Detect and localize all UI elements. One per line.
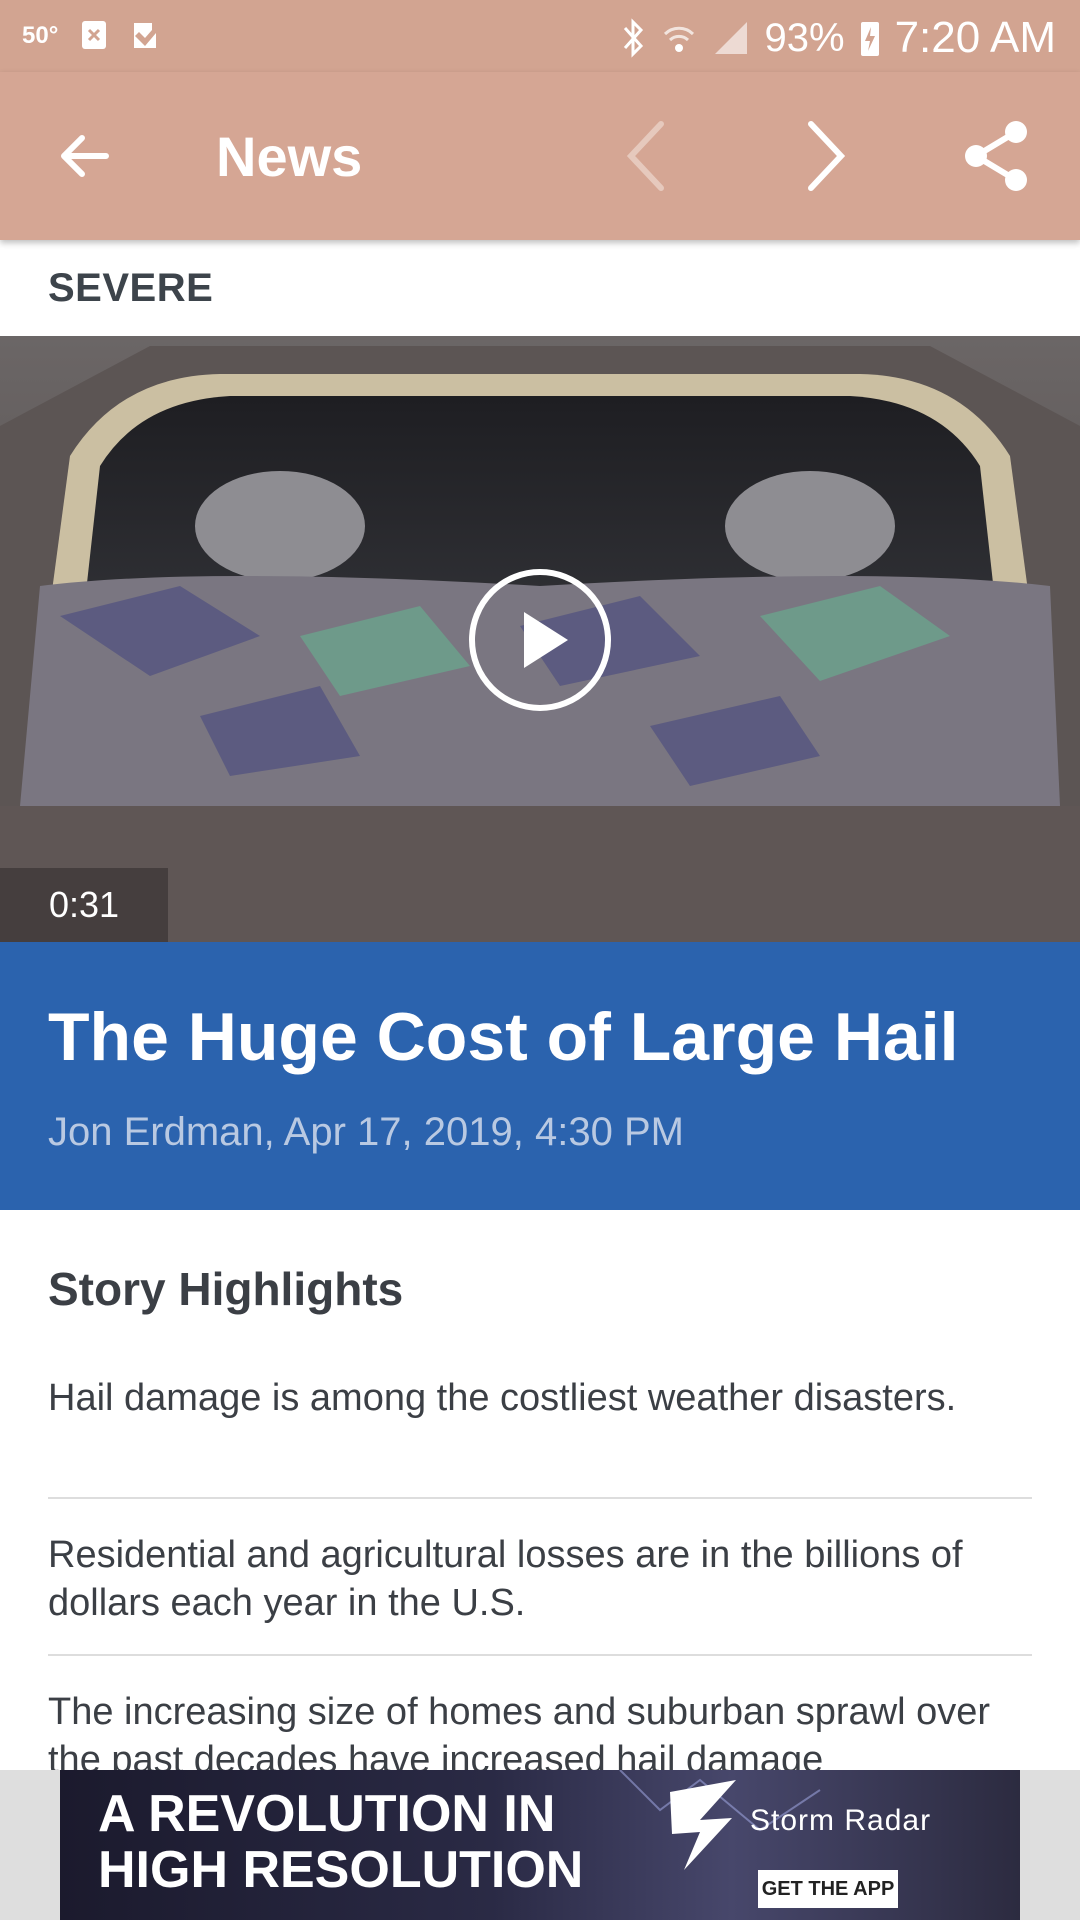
article-category: SEVERE bbox=[48, 266, 214, 310]
ad-cta-button[interactable]: GET THE APP bbox=[758, 1870, 898, 1908]
ad-brand: Storm Radar bbox=[750, 1804, 932, 1837]
video-player[interactable]: 0:31 bbox=[0, 336, 1080, 942]
divider bbox=[48, 1497, 1032, 1499]
task-check-icon bbox=[134, 23, 156, 48]
app-bar: News bbox=[0, 72, 1080, 240]
headline-block: The Huge Cost of Large Hail Jon Erdman, … bbox=[0, 942, 1080, 1210]
ad-headline-line1: A REVOLUTION IN bbox=[98, 1785, 556, 1843]
status-bar: 50° 93% 7:20 AM bbox=[0, 0, 1080, 72]
ad-banner[interactable]: A REVOLUTION IN HIGH RESOLUTION Storm Ra… bbox=[60, 1770, 1020, 1920]
ad-headline: A REVOLUTION IN HIGH RESOLUTION bbox=[98, 1786, 583, 1898]
previous-article-button[interactable] bbox=[596, 106, 696, 206]
notification-x-icon bbox=[82, 21, 106, 49]
arrow-left-icon bbox=[61, 135, 109, 177]
article-byline: Jon Erdman, Apr 17, 2019, 4:30 PM bbox=[48, 1110, 684, 1154]
play-button[interactable] bbox=[466, 566, 614, 714]
back-button[interactable] bbox=[34, 106, 134, 206]
temperature-indicator: 50° bbox=[22, 22, 59, 49]
video-duration: 0:31 bbox=[0, 868, 168, 942]
story-highlights-heading: Story Highlights bbox=[48, 1263, 404, 1315]
chevron-left-icon bbox=[626, 121, 664, 191]
highlight-item: Hail damage is among the costliest weath… bbox=[48, 1377, 957, 1419]
battery-charging-icon bbox=[860, 22, 879, 56]
highlight-item: Residential and agricultural losses are … bbox=[48, 1534, 963, 1624]
clock: 7:20 AM bbox=[894, 13, 1056, 62]
battery-percent: 93% bbox=[764, 15, 845, 60]
next-article-button[interactable] bbox=[776, 106, 876, 206]
chevron-right-icon bbox=[808, 121, 846, 191]
article-title: The Huge Cost of Large Hail bbox=[48, 999, 959, 1075]
wifi-icon bbox=[663, 26, 694, 52]
ad-headline-line2: HIGH RESOLUTION bbox=[98, 1841, 584, 1899]
cell-signal-icon bbox=[714, 22, 747, 54]
status-right: 93% 7:20 AM bbox=[621, 8, 1056, 68]
divider bbox=[48, 1654, 1032, 1656]
share-button[interactable] bbox=[946, 106, 1046, 206]
bluetooth-icon bbox=[623, 18, 643, 58]
share-icon bbox=[965, 121, 1027, 191]
page-title: News bbox=[216, 125, 363, 188]
